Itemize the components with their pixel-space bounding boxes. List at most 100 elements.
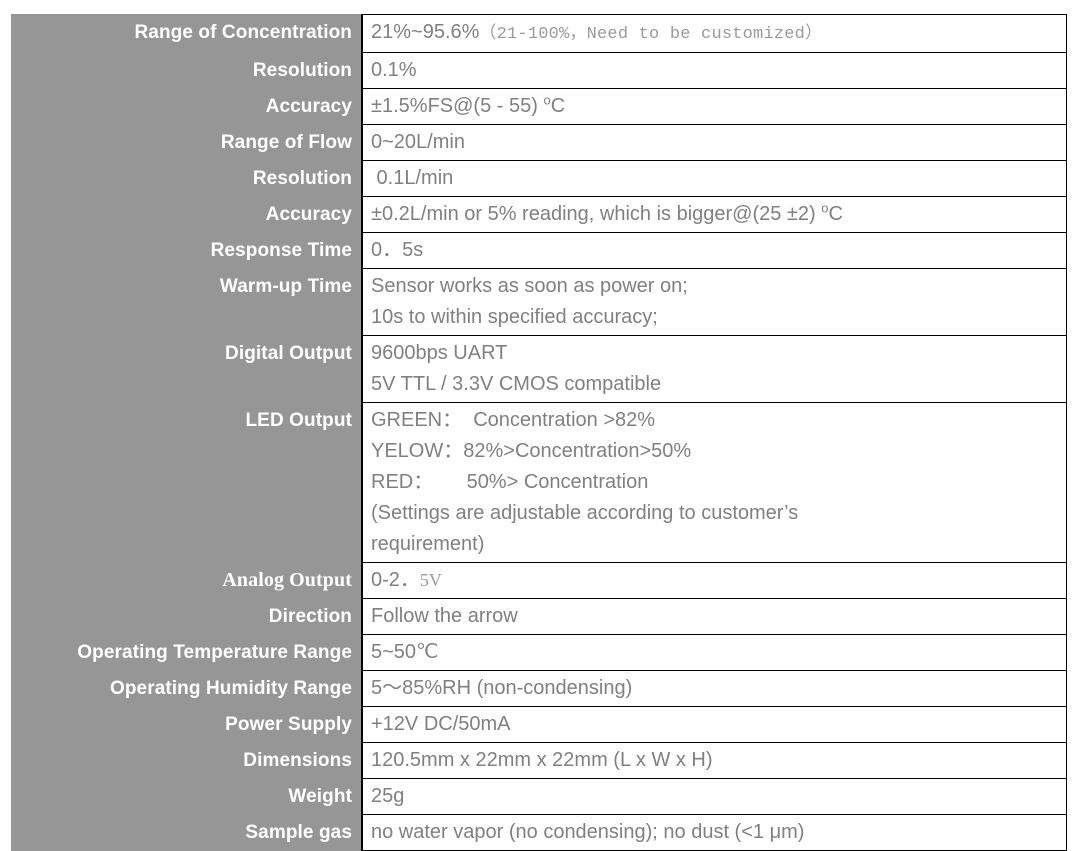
value-text: 25g [371, 785, 405, 807]
table-row: Accuracy ±0.2L/min or 5% reading, which i… [11, 196, 1067, 233]
row-value: GREEN： Concentration >82% YELOW：82%>Conce… [361, 402, 1067, 563]
value-text: RED： 50%> Concentration [371, 471, 649, 493]
table-row: Range of Flow 0~20L/min [11, 124, 1067, 161]
value-text: 0.1% [371, 59, 417, 81]
row-value: 21%~95.6%（21-100%，Need to be customized） [361, 14, 1067, 53]
value-line: 5〜85%RH (non-condensing) [371, 673, 1060, 704]
row-label: Digital Output [11, 335, 362, 403]
table-row: Power Supply +12V DC/50mA [11, 706, 1067, 743]
row-value: 0~20L/min [361, 124, 1067, 161]
table-row: Analog Output 0-2．5V [11, 562, 1067, 599]
value-line: Follow the arrow [371, 601, 1060, 632]
row-label: Power Supply [11, 706, 362, 743]
table-row: Range of Concentration 21%~95.6%（21-100%，… [11, 14, 1067, 53]
row-value: 0．5s [361, 232, 1067, 269]
value-line: ±0.2L/min or 5% reading, which is bigger… [371, 199, 1060, 230]
value-line: requirement) [371, 529, 1060, 560]
value-line: 10s to within specified accuracy; [371, 302, 1060, 333]
value-line: 9600bps UART [371, 338, 1060, 369]
table-row: Operating Humidity Range 5〜85%RH (non-con… [11, 670, 1067, 707]
value-line: 5V TTL / 3.3V CMOS compatible [371, 369, 1060, 400]
value-line: RED： 50%> Concentration [371, 467, 1060, 498]
table-row: Resolution 0.1% [11, 52, 1067, 89]
row-label: Range of Concentration [11, 14, 362, 53]
row-label: Analog Output [11, 562, 362, 599]
row-value: 0.1% [361, 52, 1067, 89]
specification-table-body: Range of Concentration 21%~95.6%（21-100%，… [11, 14, 1067, 851]
value-line: 0．5s [371, 235, 1060, 266]
value-line: 0.1% [371, 55, 1060, 86]
value-line: 21%~95.6%（21-100%，Need to be customized） [371, 17, 1060, 50]
table-row: Weight 25g [11, 778, 1067, 815]
row-label: Dimensions [11, 742, 362, 779]
row-label: Weight [11, 778, 362, 815]
row-value: +12V DC/50mA [361, 706, 1067, 743]
value-text: GREEN： Concentration >82% [371, 409, 656, 431]
value-line: GREEN： Concentration >82% [371, 405, 1060, 436]
value-line: 0-2．5V [371, 565, 1060, 596]
value-text: Sensor works as soon as power on; [371, 275, 688, 297]
row-value: 9600bps UART 5V TTL / 3.3V CMOS compatibl… [361, 335, 1067, 403]
specification-table: Range of Concentration 21%~95.6%（21-100%，… [11, 14, 1067, 851]
row-label: Response Time [11, 232, 362, 269]
table-row: Response Time 0．5s [11, 232, 1067, 269]
value-text: no water vapor (no condensing); no dust … [371, 821, 805, 843]
row-value: 5~50℃ [361, 634, 1067, 671]
table-row: Digital Output 9600bps UART 5V TTL / 3.3V … [11, 335, 1067, 403]
row-label: LED Output [11, 402, 362, 563]
value-text: 0~20L/min [371, 131, 465, 153]
value-text: 5〜85%RH (non-condensing) [371, 677, 633, 699]
row-label: Operating Temperature Range [11, 634, 362, 671]
row-label: Resolution [11, 160, 362, 197]
value-line: YELOW：82%>Concentration>50% [371, 436, 1060, 467]
row-value: ±0.2L/min or 5% reading, which is bigger… [361, 196, 1067, 233]
value-text-tail: C [550, 95, 566, 117]
value-text: 10s to within specified accuracy; [371, 306, 658, 328]
value-text: 120.5mm x 22mm x 22mm (L x W x H) [371, 749, 713, 771]
value-text: +12V DC/50mA [371, 713, 511, 735]
row-value: ±1.5%FS@(5 - 55) oC [361, 88, 1067, 125]
value-text: 9600bps UART [371, 342, 508, 364]
row-label: Accuracy [11, 88, 362, 125]
value-line: Sensor works as soon as power on; [371, 271, 1060, 302]
value-mono: 5V [419, 570, 442, 590]
row-value: Sensor works as soon as power on; 10s to … [361, 268, 1067, 336]
row-value: 0-2．5V [361, 562, 1067, 599]
value-text: ±1.5%FS@(5 - 55) [371, 95, 544, 117]
value-text: 0.1L/min [371, 167, 454, 189]
value-line: +12V DC/50mA [371, 709, 1060, 740]
value-text: 0．5s [371, 239, 424, 261]
table-row: LED Output GREEN： Concentration >82% YELOW… [11, 402, 1067, 563]
row-label: Sample gas [11, 814, 362, 851]
table-row: Warm-up Time Sensor works as soon as powe… [11, 268, 1067, 336]
row-label: Operating Humidity Range [11, 670, 362, 707]
value-line: 5~50℃ [371, 637, 1060, 668]
row-label: Direction [11, 598, 362, 635]
value-text: requirement) [371, 533, 485, 555]
value-text: ±0.2L/min or 5% reading, which is bigger… [371, 203, 822, 225]
value-text: Follow the arrow [371, 605, 518, 627]
row-value: no water vapor (no condensing); no dust … [361, 814, 1067, 851]
row-value: 5〜85%RH (non-condensing) [361, 670, 1067, 707]
table-row: Direction Follow the arrow [11, 598, 1067, 635]
value-line: 0~20L/min [371, 127, 1060, 158]
value-text: 5V TTL / 3.3V CMOS compatible [371, 373, 662, 395]
value-text: YELOW：82%>Concentration>50% [371, 440, 692, 462]
table-row: Dimensions 120.5mm x 22mm x 22mm (L x W x… [11, 742, 1067, 779]
degree-superscript: o [543, 92, 551, 108]
value-text: 21%~95.6% [371, 21, 480, 43]
row-value: Follow the arrow [361, 598, 1067, 635]
value-line: 0.1L/min [371, 163, 1060, 194]
value-line: (Settings are adjustable according to cu… [371, 498, 1060, 529]
value-line: 120.5mm x 22mm x 22mm (L x W x H) [371, 745, 1060, 776]
row-label: Warm-up Time [11, 268, 362, 336]
table-row: Resolution 0.1L/min [11, 160, 1067, 197]
value-text: 5~50℃ [371, 641, 439, 663]
row-label: Resolution [11, 52, 362, 89]
table-row: Operating Temperature Range 5~50℃ [11, 634, 1067, 671]
row-value: 25g [361, 778, 1067, 815]
value-line: 25g [371, 781, 1060, 812]
specification-sheet: Range of Concentration 21%~95.6%（21-100%，… [0, 0, 1090, 851]
row-value: 120.5mm x 22mm x 22mm (L x W x H) [361, 742, 1067, 779]
row-value: 0.1L/min [361, 160, 1067, 197]
